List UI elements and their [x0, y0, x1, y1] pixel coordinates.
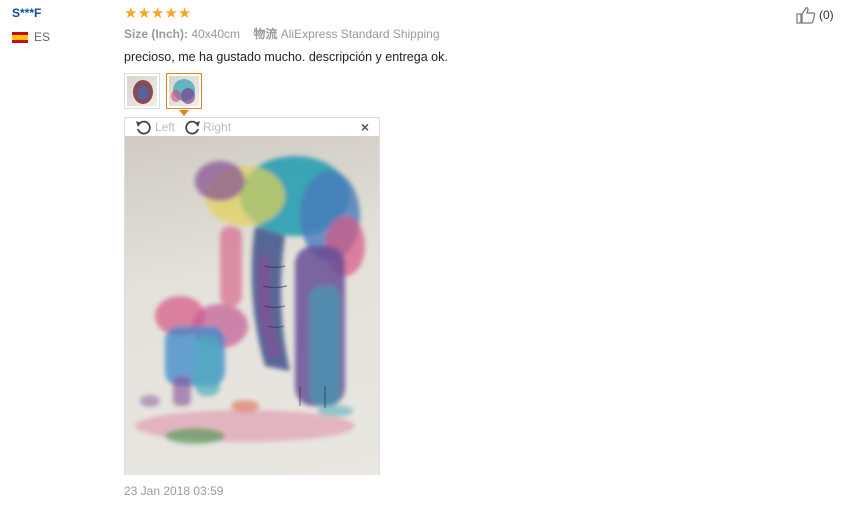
order-info: Size (Inch): 40x40cm 物流 AliExpress Stand… [124, 26, 724, 42]
rotate-right-button[interactable]: Right [183, 119, 231, 135]
helpful-button[interactable]: (0) [796, 6, 834, 24]
rotate-left-icon [136, 120, 151, 135]
reviewer-country: ES [12, 30, 50, 44]
helpful-count: (0) [819, 8, 834, 22]
review-thumbnails [124, 73, 208, 109]
size-label: Size (Inch): [124, 27, 189, 41]
size-value: 40x40cm [191, 27, 241, 41]
selected-indicator [179, 110, 189, 116]
country-code: ES [34, 30, 51, 44]
review-date: 23 Jan 2018 03:59 [124, 484, 224, 498]
rotate-left-label: Left [155, 120, 176, 134]
spain-flag-icon [12, 31, 28, 43]
review-thumbnail-selected[interactable] [166, 73, 202, 109]
shipping-label: 物流 [253, 27, 278, 41]
rotate-right-icon [185, 120, 201, 135]
reviewer-name[interactable]: S***F [12, 6, 50, 20]
star-icon: ★ [150, 5, 165, 22]
star-icon: ★ [164, 5, 178, 22]
shipping-value: AliExpress Standard Shipping [280, 27, 440, 41]
image-viewer: Left Right × [124, 117, 380, 475]
star-icon: ★ [137, 5, 151, 22]
rotate-right-label: Right [203, 120, 232, 134]
star-icon: ★ [177, 5, 192, 22]
review-body: ★ ★ ★ ★ ★ Size (Inch): 40x40cm 物流 AliExp… [124, 6, 724, 65]
rotate-left-button[interactable]: Left [135, 119, 175, 135]
review-text: precioso, me ha gustado mucho. descripci… [124, 50, 448, 64]
star-icon: ★ [124, 5, 138, 22]
reviewer-info: S***F ES [12, 6, 50, 44]
close-viewer-button[interactable]: × [361, 119, 369, 135]
viewer-toolbar: Left Right × [125, 118, 379, 136]
star-rating: ★ ★ ★ ★ ★ [124, 6, 724, 22]
review-thumbnail[interactable] [124, 73, 160, 109]
thumbs-up-icon [796, 7, 816, 24]
elephant-painting-image [135, 156, 365, 444]
review-photo [125, 136, 379, 475]
